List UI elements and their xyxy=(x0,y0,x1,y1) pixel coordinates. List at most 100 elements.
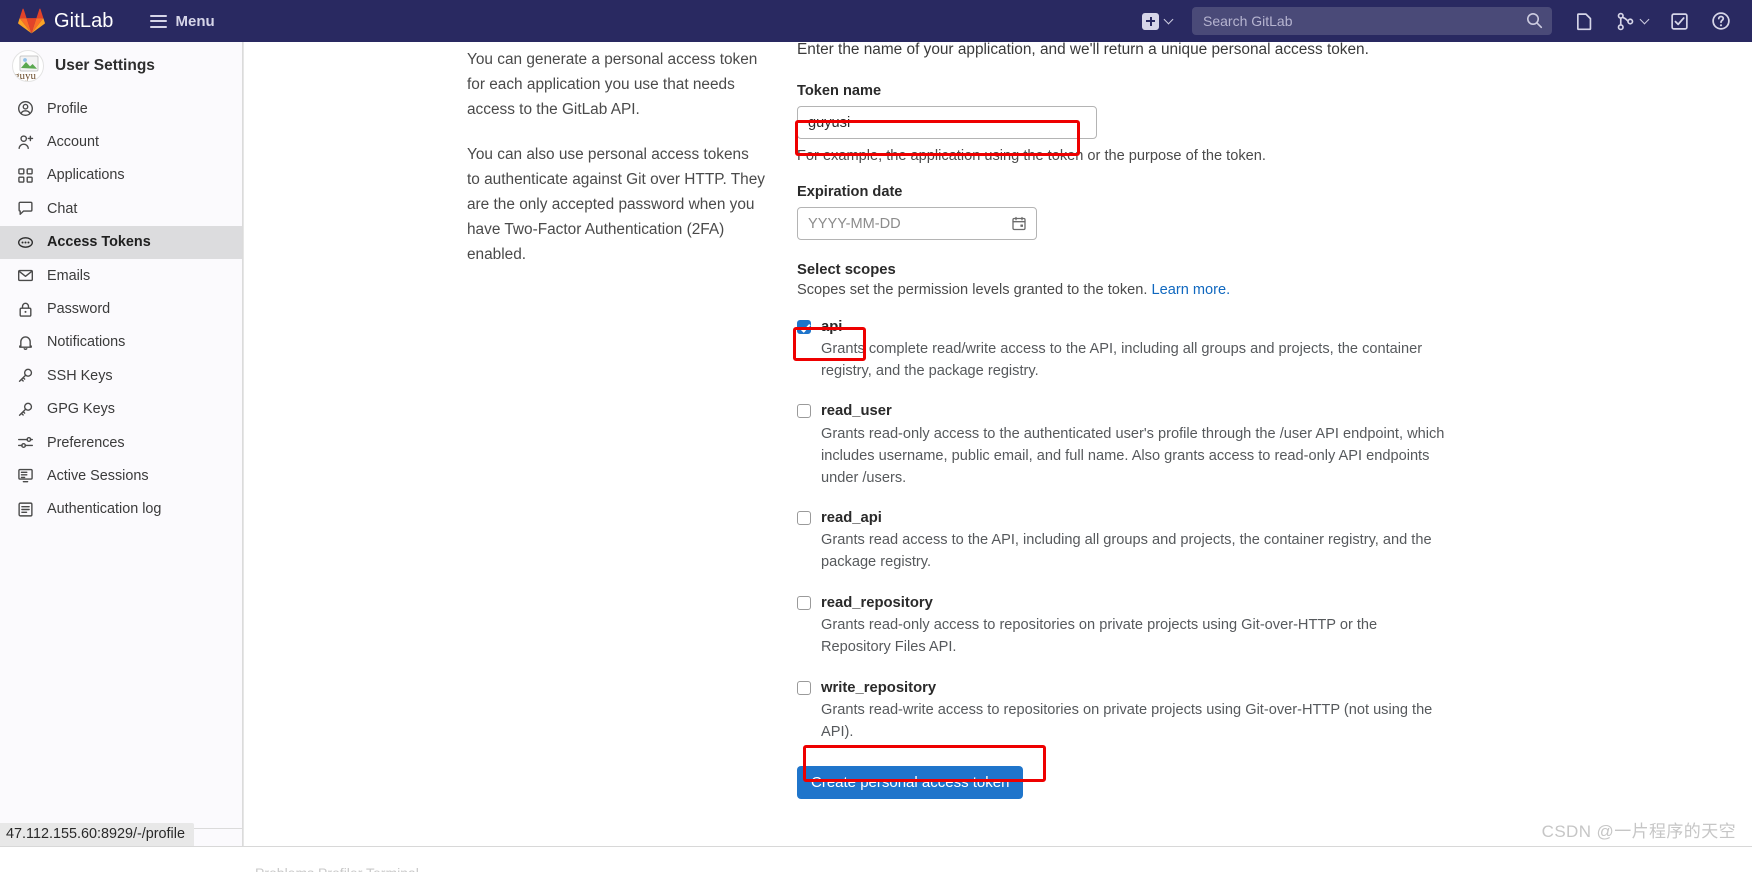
sidebar-item-password[interactable]: Password xyxy=(0,292,242,325)
scope-read-api: read_api Grants read access to the API, … xyxy=(797,508,1687,574)
token-icon xyxy=(17,234,34,251)
applications-grid-icon xyxy=(17,167,34,184)
gitlab-logo-link[interactable]: GitLab xyxy=(18,8,114,34)
scope-description: Grants read-only access to the authentic… xyxy=(821,425,1445,486)
chevron-down-icon xyxy=(1163,14,1174,24)
issues-button[interactable] xyxy=(1564,0,1605,42)
sidebar-item-preferences[interactable]: Preferences xyxy=(0,426,242,459)
key-icon xyxy=(17,367,34,384)
bell-icon xyxy=(17,334,34,351)
scope-name: read_api xyxy=(821,509,882,526)
scopes-subtext-body: Scopes set the permission levels granted… xyxy=(797,282,1152,298)
monitor-icon xyxy=(17,467,34,484)
scope-description: Grants read-write access to repositories… xyxy=(821,702,1433,740)
sidebar-item-access-tokens[interactable]: Access Tokens xyxy=(0,225,242,259)
intro-paragraph-2: You can also use personal access tokens … xyxy=(467,145,765,263)
account-icon xyxy=(17,134,34,151)
scope-checkbox-read-api[interactable] xyxy=(797,510,811,525)
top-navbar: GitLab Menu xyxy=(0,0,1752,42)
scope-name: write_repository xyxy=(821,679,937,696)
sidebar-title: User Settings xyxy=(55,57,155,74)
search-input[interactable] xyxy=(1192,7,1552,35)
token-name-label: Token name xyxy=(797,83,882,99)
sidebar-item-label: Account xyxy=(47,134,99,151)
merge-request-icon xyxy=(1617,12,1634,30)
sidebar-item-label: Applications xyxy=(47,167,125,184)
sliders-icon xyxy=(17,434,34,451)
sidebar-nav-list: Profile Account Applications Chat Access… xyxy=(0,90,242,526)
avatar-alt-text: guyu xyxy=(14,70,36,82)
sidebar-item-label: Preferences xyxy=(47,434,125,451)
expiration-date-input[interactable] xyxy=(797,207,1037,240)
sidebar-item-gpg-keys[interactable]: GPG Keys xyxy=(0,393,242,426)
create-token-button[interactable]: Create personal access token xyxy=(797,765,1024,799)
sidebar-header[interactable]: guyu User Settings xyxy=(0,42,242,90)
add-token-form: Add a personal access token Enter the na… xyxy=(787,42,1687,799)
user-icon xyxy=(17,100,34,117)
intro-paragraph-1: You can generate a personal access token… xyxy=(467,51,758,118)
scope-read-repository: read_repository Grants read-only access … xyxy=(797,593,1687,659)
merge-requests-dropdown[interactable] xyxy=(1605,0,1659,42)
scope-write-repository: write_repository Grants read-write acces… xyxy=(797,678,1687,744)
scope-checkbox-read-repository[interactable] xyxy=(797,595,811,610)
scope-name: read_repository xyxy=(821,594,933,611)
scopes-subtext: Scopes set the permission levels granted… xyxy=(797,282,1687,298)
form-lead-text: Enter the name of your application, and … xyxy=(797,42,1369,58)
token-name-helper: For example, the application using the t… xyxy=(797,148,1266,164)
hamburger-icon xyxy=(149,14,167,28)
sidebar-item-chat[interactable]: Chat xyxy=(0,192,242,225)
help-icon xyxy=(1712,12,1730,30)
sidebar-item-emails[interactable]: Emails xyxy=(0,259,242,292)
user-settings-sidebar: guyu User Settings Profile Account Appli… xyxy=(0,42,243,872)
csdn-watermark: CSDN @一片程序的天空 xyxy=(1541,822,1736,841)
help-button[interactable] xyxy=(1700,0,1742,42)
sidebar-item-label: Profile xyxy=(47,100,88,117)
scope-read-user: read_user Grants read-only access to the… xyxy=(797,402,1687,490)
global-search[interactable] xyxy=(1192,7,1552,35)
scope-checkbox-api[interactable] xyxy=(797,319,811,334)
gitlab-brand-text: GitLab xyxy=(54,9,114,32)
avatar: guyu xyxy=(12,50,44,82)
main-menu-button[interactable]: Menu xyxy=(142,8,223,35)
scope-checkbox-write-repository[interactable] xyxy=(797,680,811,695)
tokens-page: Personal Access Tokens You can generate … xyxy=(243,42,1738,799)
learn-more-link[interactable]: Learn more. xyxy=(1152,282,1231,298)
expiration-label: Expiration date xyxy=(797,184,903,200)
sidebar-item-active-sessions[interactable]: Active Sessions xyxy=(0,459,242,492)
sidebar-item-authentication-log[interactable]: Authentication log xyxy=(0,493,242,526)
token-name-input[interactable] xyxy=(797,106,1097,139)
main-menu-label: Menu xyxy=(175,12,215,30)
sidebar-item-label: Access Tokens xyxy=(47,234,151,251)
ghost-tab-labels: Problems Profiler Terminal xyxy=(255,865,419,872)
status-url-tooltip: 47.112.155.60:8929/-/profile xyxy=(0,823,194,846)
chat-bubble-icon xyxy=(17,200,34,217)
scopes-section: Select scopes Scopes set the permission … xyxy=(797,262,1687,799)
scope-checkbox-read-user[interactable] xyxy=(797,404,811,419)
calendar-icon[interactable] xyxy=(1011,215,1027,232)
log-icon xyxy=(17,501,34,518)
content-divider xyxy=(243,42,244,872)
scopes-heading: Select scopes xyxy=(797,262,896,278)
sidebar-item-applications[interactable]: Applications xyxy=(0,159,242,192)
sidebar-item-account[interactable]: Account xyxy=(0,125,242,158)
sidebar-item-label: Chat xyxy=(47,200,78,217)
scope-name: api xyxy=(821,318,843,335)
gitlab-tanuki-icon xyxy=(18,8,45,34)
sidebar-item-label: Notifications xyxy=(47,334,126,351)
main-content: Personal Access Tokens You can generate … xyxy=(243,42,1752,872)
sidebar-item-label: GPG Keys xyxy=(47,401,115,418)
sidebar-item-ssh-keys[interactable]: SSH Keys xyxy=(0,359,242,392)
sidebar-item-notifications[interactable]: Notifications xyxy=(0,326,242,359)
scope-description: Grants read-only access to repositories … xyxy=(821,617,1378,656)
top-navbar-right xyxy=(1134,0,1752,42)
sidebar-item-label: SSH Keys xyxy=(47,367,113,384)
editor-status-bar: Problems Profiler Terminal xyxy=(0,846,1752,872)
search-icon xyxy=(1527,13,1543,29)
sidebar-item-profile[interactable]: Profile xyxy=(0,92,242,125)
chevron-down-icon xyxy=(1639,14,1650,24)
new-item-dropdown[interactable] xyxy=(1134,0,1180,42)
sidebar-item-label: Password xyxy=(47,301,111,318)
key-icon xyxy=(17,401,34,418)
sidebar-item-label: Authentication log xyxy=(47,501,162,518)
todos-button[interactable] xyxy=(1659,0,1700,42)
